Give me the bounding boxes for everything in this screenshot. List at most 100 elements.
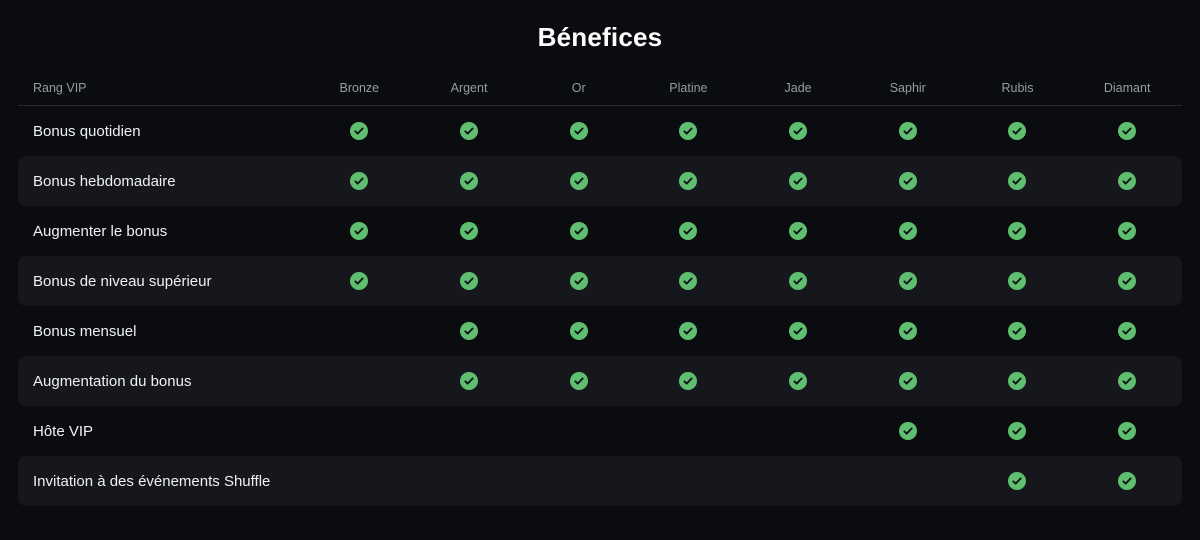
check-circle-icon <box>898 172 917 190</box>
column-header-argent: Argent <box>450 80 488 95</box>
benefit-cell <box>1072 472 1182 490</box>
benefit-cell <box>1072 322 1182 340</box>
benefit-cell <box>1072 372 1182 390</box>
column-header-bronze: Bronze <box>339 80 380 95</box>
check-circle-icon <box>460 122 479 140</box>
table-row: Invitation à des événements Shuffle <box>18 456 1182 506</box>
check-circle-icon <box>569 272 588 290</box>
benefit-cell <box>634 272 744 290</box>
check-circle-icon <box>898 122 917 140</box>
check-circle-icon <box>789 122 808 140</box>
check-circle-icon <box>569 172 588 190</box>
benefit-cell <box>853 322 963 340</box>
check-circle-icon <box>569 372 588 390</box>
check-circle-icon <box>1118 322 1137 340</box>
column-header-rubis: Rubis <box>1001 80 1034 95</box>
benefit-cell <box>414 172 524 190</box>
check-circle-icon <box>569 322 588 340</box>
check-circle-icon <box>679 172 698 190</box>
benefit-cell <box>414 272 524 290</box>
benefit-cell <box>963 272 1073 290</box>
check-circle-icon <box>679 372 698 390</box>
check-circle-icon <box>1008 472 1027 490</box>
check-circle-icon <box>350 172 369 190</box>
benefit-cell <box>853 422 963 440</box>
benefit-cell <box>743 222 853 240</box>
check-circle-icon <box>898 272 917 290</box>
check-circle-icon <box>1008 272 1027 290</box>
check-circle-icon <box>569 122 588 140</box>
benefit-cell <box>963 472 1073 490</box>
check-circle-icon <box>1008 422 1027 440</box>
check-circle-icon <box>1118 272 1137 290</box>
check-circle-icon <box>1118 372 1137 390</box>
benefit-cell <box>853 222 963 240</box>
benefit-cell <box>853 372 963 390</box>
column-header-jade: Jade <box>784 80 812 95</box>
table-row: Bonus hebdomadaire <box>18 156 1182 206</box>
benefit-cell <box>1072 222 1182 240</box>
benefit-cell <box>1072 172 1182 190</box>
benefit-cell <box>963 322 1073 340</box>
check-circle-icon <box>789 322 808 340</box>
benefit-cell <box>634 372 744 390</box>
benefit-cell <box>743 172 853 190</box>
check-circle-icon <box>789 172 808 190</box>
benefit-cell <box>1072 122 1182 140</box>
check-circle-icon <box>789 222 808 240</box>
benefit-cell <box>963 222 1073 240</box>
check-circle-icon <box>898 222 917 240</box>
benefit-cell <box>414 372 524 390</box>
benefit-cell <box>963 122 1073 140</box>
row-label: Hôte VIP <box>33 422 94 440</box>
check-circle-icon <box>460 372 479 390</box>
check-circle-icon <box>898 322 917 340</box>
check-circle-icon <box>350 272 369 290</box>
column-header-platine: Platine <box>669 80 708 95</box>
column-header-saphir: Saphir <box>889 80 926 95</box>
check-circle-icon <box>350 222 369 240</box>
check-circle-icon <box>1008 122 1027 140</box>
benefit-cell <box>743 372 853 390</box>
column-header-or: Or <box>571 80 586 95</box>
row-label: Augmentation du bonus <box>33 372 192 390</box>
benefit-cell <box>963 372 1073 390</box>
benefit-cell <box>305 272 415 290</box>
benefit-cell <box>305 122 415 140</box>
benefit-cell <box>524 272 634 290</box>
check-circle-icon <box>1008 322 1027 340</box>
benefit-cell <box>963 172 1073 190</box>
benefit-cell <box>524 122 634 140</box>
check-circle-icon <box>1118 122 1137 140</box>
table-row: Augmentation du bonus <box>18 356 1182 406</box>
table-row: Augmenter le bonus <box>18 206 1182 256</box>
row-label: Augmenter le bonus <box>33 222 168 240</box>
benefit-cell <box>963 422 1073 440</box>
check-circle-icon <box>460 322 479 340</box>
check-circle-icon <box>679 122 698 140</box>
check-circle-icon <box>1118 222 1137 240</box>
benefit-cell <box>524 222 634 240</box>
benefit-cell <box>853 172 963 190</box>
page-title: Bénefices <box>537 22 663 52</box>
row-label: Bonus hebdomadaire <box>33 172 176 190</box>
check-circle-icon <box>679 272 698 290</box>
check-circle-icon <box>1118 172 1137 190</box>
row-label: Bonus de niveau supérieur <box>33 272 212 290</box>
check-circle-icon <box>1008 172 1027 190</box>
check-circle-icon <box>1008 372 1027 390</box>
benefit-cell <box>414 122 524 140</box>
check-circle-icon <box>679 322 698 340</box>
check-circle-icon <box>1118 422 1137 440</box>
column-header-diamant: Diamant <box>1103 80 1151 95</box>
benefit-cell <box>634 322 744 340</box>
benefit-cell <box>634 172 744 190</box>
benefit-cell <box>743 322 853 340</box>
benefit-cell <box>414 222 524 240</box>
table-row: Bonus de niveau supérieur <box>18 256 1182 306</box>
table-row: Hôte VIP <box>18 406 1182 456</box>
benefit-cell <box>743 272 853 290</box>
check-circle-icon <box>460 222 479 240</box>
benefits-table: Rang VIP Bronze Argent Or Platine Jade Saphir… <box>18 70 1182 506</box>
benefit-cell <box>414 322 524 340</box>
